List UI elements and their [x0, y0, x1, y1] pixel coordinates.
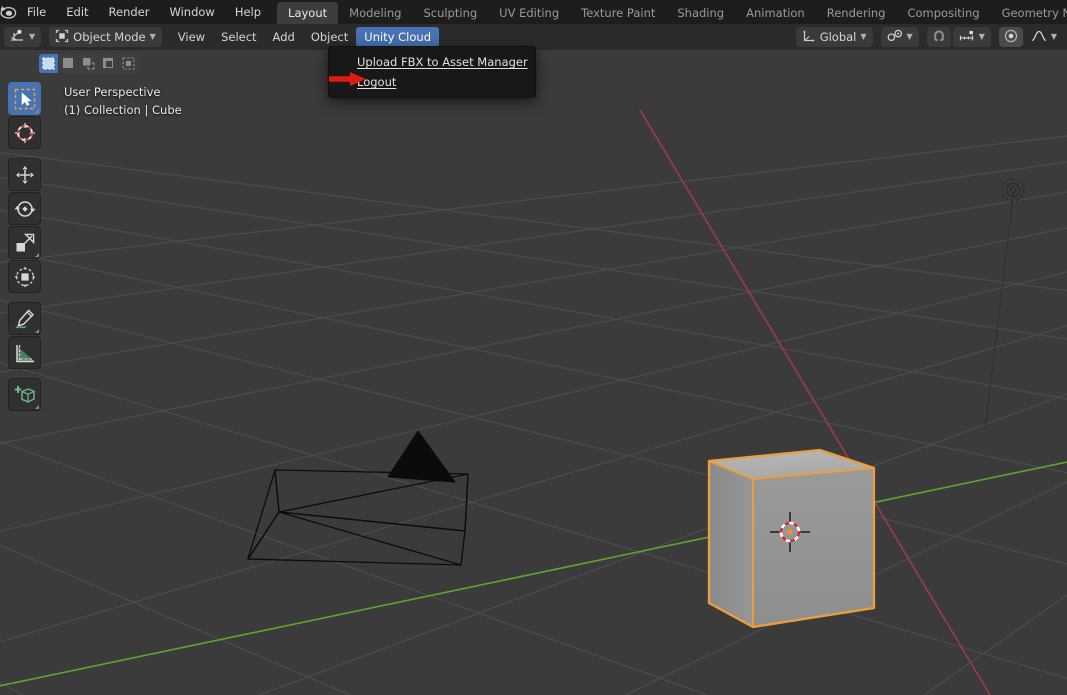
proportional-editing-group: ▼ — [999, 27, 1063, 47]
workspace-tabs: Layout Modeling Sculpting UV Editing Tex… — [277, 0, 1067, 24]
workspace-tab-modeling[interactable]: Modeling — [338, 2, 412, 24]
snap-increment-icon — [959, 30, 975, 45]
snap-magnet-toggle[interactable] — [927, 27, 951, 47]
editor-type-selector[interactable]: ▼ — [4, 27, 41, 47]
tool-expand-corner-icon — [35, 109, 39, 113]
viewport-menu-select[interactable]: Select — [213, 27, 264, 47]
chevron-down-icon: ▼ — [150, 33, 156, 41]
snap-group: ▼ — [927, 27, 991, 47]
transform-orientation-label: Global — [820, 30, 857, 44]
transform-orientation-dropdown[interactable]: Global ▼ — [796, 27, 873, 47]
tool-cursor[interactable] — [8, 116, 41, 149]
top-menu-window[interactable]: Window — [159, 0, 224, 24]
menu-item-label: Upload FBX to Asset Manager — [357, 55, 528, 69]
menu-item-upload-fbx-to-asset-manager[interactable]: Upload FBX to Asset Manager — [329, 52, 535, 72]
viewport-scene — [0, 50, 1067, 695]
workspace-tab-geometry-nodes[interactable]: Geometry Nodes — [991, 2, 1067, 24]
chevron-down-icon: ▼ — [29, 33, 35, 41]
select-mode-toolbar — [39, 54, 138, 73]
select-mode-subtract[interactable] — [99, 54, 118, 73]
workspace-tab-rendering[interactable]: Rendering — [816, 2, 897, 24]
menu-item-logout[interactable]: Logout — [329, 72, 535, 92]
top-menu-help[interactable]: Help — [225, 0, 271, 24]
top-menu-file[interactable]: File — [17, 0, 56, 24]
workspace-tab-layout[interactable]: Layout — [277, 2, 338, 24]
menu-item-label: Logout — [357, 75, 396, 89]
interaction-mode-dropdown[interactable]: Object Mode ▼ — [49, 27, 162, 47]
tool-transform[interactable] — [8, 260, 41, 293]
tool-scale[interactable] — [8, 226, 41, 259]
viewport-menu-object[interactable]: Object — [303, 27, 356, 47]
viewport-tool-column — [8, 82, 41, 412]
transform-orientation-group: Global ▼ — [796, 27, 873, 47]
proportional-falloff-dropdown[interactable]: ▼ — [1025, 27, 1063, 47]
object-origin-dot — [787, 529, 792, 534]
top-menu-list: File Edit Render Window Help — [17, 0, 271, 24]
viewport-menu-unity-cloud[interactable]: Unity Cloud — [356, 27, 439, 47]
blender-application-window: File Edit Render Window Help Layout Mode… — [0, 0, 1067, 695]
tool-measure[interactable] — [8, 336, 41, 369]
top-menu-render[interactable]: Render — [99, 0, 160, 24]
select-mode-box[interactable] — [59, 54, 78, 73]
snap-to-dropdown[interactable]: ▼ — [953, 27, 991, 47]
viewport-menu-add[interactable]: Add — [265, 27, 303, 47]
select-mode-intersect[interactable] — [119, 54, 138, 73]
interaction-mode-label: Object Mode — [73, 30, 145, 44]
tool-select-box[interactable] — [8, 82, 41, 115]
select-mode-extend[interactable] — [79, 54, 98, 73]
3d-viewport[interactable]: User Perspective (1) Collection | Cube — [0, 50, 1067, 695]
tool-annotate[interactable] — [8, 302, 41, 335]
transform-orientation-icon — [802, 29, 816, 45]
tool-expand-corner-icon — [35, 253, 39, 257]
workspace-tab-sculpting[interactable]: Sculpting — [412, 2, 488, 24]
editor-type-3dviewport-icon — [10, 29, 25, 45]
proportional-falloff-smooth-icon — [1031, 30, 1047, 45]
workspace-tab-shading[interactable]: Shading — [666, 2, 735, 24]
workspace-tab-animation[interactable]: Animation — [735, 2, 816, 24]
snap-target-icon — [887, 29, 903, 45]
object-mode-icon — [55, 29, 69, 46]
blender-logo-icon[interactable] — [0, 0, 17, 24]
tool-expand-corner-icon — [35, 405, 39, 409]
top-bar: File Edit Render Window Help Layout Mode… — [0, 0, 1067, 24]
tool-add-cube[interactable] — [8, 378, 41, 411]
chevron-down-icon: ▼ — [1051, 33, 1057, 41]
chevron-down-icon: ▼ — [979, 33, 985, 41]
tool-expand-corner-icon — [35, 329, 39, 333]
snap-target-dropdown[interactable]: ▼ — [881, 27, 919, 47]
workspace-tab-uv-editing[interactable]: UV Editing — [488, 2, 570, 24]
unity-cloud-dropdown-menu: Upload FBX to Asset Manager Logout — [328, 46, 536, 98]
proportional-editing-toggle[interactable] — [999, 27, 1023, 47]
workspace-tab-texture-paint[interactable]: Texture Paint — [570, 2, 666, 24]
select-mode-tweak[interactable] — [39, 54, 58, 73]
scene-object-cube — [709, 450, 874, 627]
viewport-menu-view[interactable]: View — [170, 27, 213, 47]
snap-magnet-icon — [932, 28, 946, 47]
workspace-tab-compositing[interactable]: Compositing — [896, 2, 990, 24]
chevron-down-icon: ▼ — [860, 33, 866, 41]
tool-move[interactable] — [8, 158, 41, 191]
tool-rotate[interactable] — [8, 192, 41, 225]
top-menu-edit[interactable]: Edit — [56, 0, 98, 24]
chevron-down-icon: ▼ — [907, 33, 913, 41]
proportional-editing-icon — [1004, 28, 1018, 47]
